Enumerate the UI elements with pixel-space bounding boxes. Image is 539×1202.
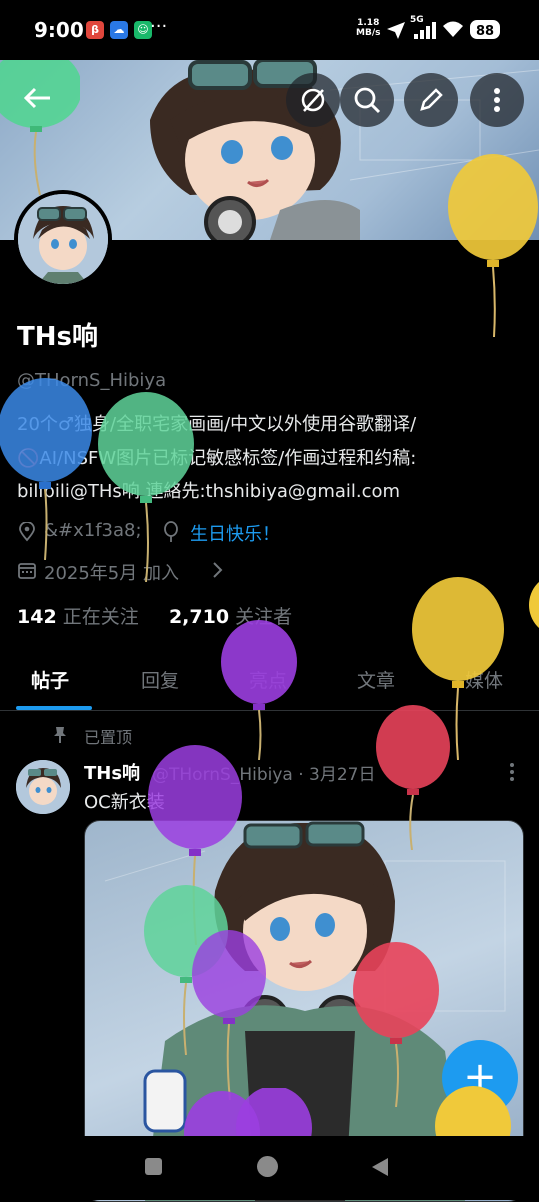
tab-replies[interactable]: 回复 (141, 666, 179, 693)
profile-avatar[interactable] (14, 190, 112, 288)
birthday-text: 生日快乐！ (190, 524, 280, 545)
active-tab-indicator (16, 706, 92, 710)
search-button[interactable] (340, 73, 394, 127)
grok-button[interactable] (286, 73, 340, 127)
post-avatar-illustration (16, 760, 70, 814)
status-more-icon: ··· (150, 16, 168, 37)
send-icon (387, 22, 405, 39)
more-options-button[interactable] (470, 73, 524, 127)
balloon-green-1 (0, 60, 80, 196)
balloon-red-1 (376, 705, 450, 850)
battery-indicator: 88 (470, 20, 500, 39)
pinned-label: 已置顶 (84, 728, 133, 747)
tab-articles[interactable]: 文章 (357, 666, 395, 693)
search-icon (354, 87, 381, 114)
network-speed: 1.18 MB/s (356, 18, 380, 38)
back-arrow-icon[interactable] (22, 86, 52, 110)
balloon-blue (0, 378, 92, 560)
post-more-icon[interactable] (508, 762, 516, 782)
balloon-red-2 (353, 942, 439, 1107)
wifi-icon (443, 21, 463, 37)
cloud-app-icon: ☁ (110, 21, 128, 39)
post-author-name[interactable]: THs响 (84, 759, 140, 785)
display-name: THs响 (17, 322, 98, 352)
avatar-illustration (18, 194, 108, 284)
calendar-icon (18, 563, 36, 579)
post-author-avatar[interactable] (16, 760, 70, 814)
status-time: 9:00 (34, 18, 84, 42)
edit-icon (420, 88, 443, 111)
balloon-purple-4 (184, 1088, 312, 1140)
chevron-right-icon[interactable] (212, 561, 224, 579)
following-count[interactable]: 142 (17, 606, 57, 628)
balloon-yellow-1 (448, 154, 538, 337)
recents-button[interactable] (145, 1158, 162, 1175)
network-speed-unit: MB/s (356, 28, 381, 38)
home-button[interactable] (257, 1156, 278, 1177)
balloon-green-2 (98, 392, 194, 582)
back-button[interactable] (370, 1156, 390, 1178)
balloon-purple-3 (192, 930, 266, 1100)
signal-icon (414, 22, 436, 39)
edit-button[interactable] (404, 73, 458, 127)
more-vertical-icon (494, 88, 500, 112)
red-app-icon: β (86, 21, 104, 39)
following-label[interactable]: 正在关注 (63, 606, 139, 628)
balloon-yellow-3 (529, 582, 539, 628)
balloon-purple-1 (221, 620, 297, 760)
balloon-yellow-4 (435, 1086, 511, 1140)
pin-icon (54, 727, 66, 743)
tab-posts[interactable]: 帖子 (31, 666, 69, 693)
grok-icon (301, 88, 325, 112)
network-speed-value: 1.18 (357, 18, 380, 28)
